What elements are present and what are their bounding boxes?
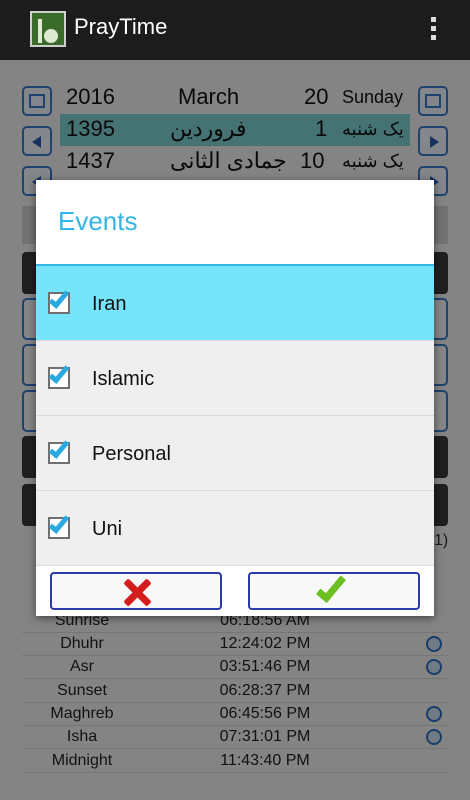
- event-label: Islamic: [92, 368, 155, 390]
- event-checkbox[interactable]: [48, 287, 70, 314]
- ok-button[interactable]: [248, 571, 420, 610]
- event-item-personal[interactable]: Personal: [36, 416, 434, 491]
- event-checkbox[interactable]: [48, 512, 70, 539]
- action-bar: PrayTime: [0, 0, 470, 60]
- dialog-title: Events: [58, 206, 138, 236]
- app-title: PrayTime: [74, 14, 168, 39]
- checkmark-icon: [48, 512, 70, 534]
- event-checkbox[interactable]: [48, 362, 70, 389]
- overflow-menu-icon[interactable]: [428, 14, 438, 46]
- event-label: Personal: [92, 443, 171, 465]
- event-label: Iran: [92, 293, 127, 315]
- event-item-islamic[interactable]: Islamic: [36, 341, 434, 416]
- cancel-button[interactable]: [50, 572, 222, 610]
- event-checkbox[interactable]: [48, 437, 70, 464]
- dialog-button-bar: [36, 566, 434, 616]
- checkmark-icon: [48, 287, 70, 309]
- close-icon: [122, 577, 152, 607]
- event-label: Uni: [92, 518, 123, 540]
- event-item-uni[interactable]: Uni: [36, 491, 434, 566]
- checkmark-icon: [48, 362, 70, 384]
- app-logo-icon: [30, 11, 66, 47]
- event-item-iran[interactable]: Iran: [36, 266, 434, 341]
- check-icon: [315, 571, 347, 603]
- events-dialog: Events Iran Islamic Personal Uni: [36, 180, 434, 616]
- checkmark-icon: [48, 437, 70, 459]
